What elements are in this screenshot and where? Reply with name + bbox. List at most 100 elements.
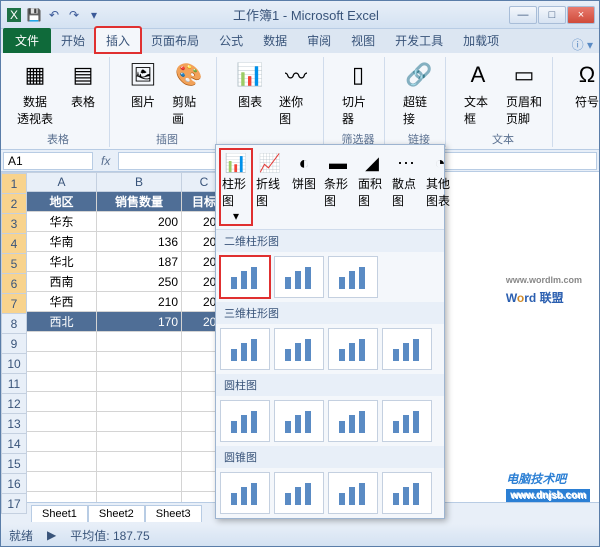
row-header-13[interactable]: 13 (1, 414, 27, 434)
tab-data[interactable]: 数据 (253, 28, 297, 53)
chart-option[interactable] (274, 328, 324, 370)
chart-type-pie[interactable]: ◐饼图 (288, 149, 320, 225)
chart-option[interactable] (274, 400, 324, 442)
row-header-4[interactable]: 4 (1, 234, 27, 254)
chart-option[interactable] (328, 400, 378, 442)
sheet-tab-2[interactable]: Sheet2 (88, 505, 145, 522)
sparkline-button[interactable]: 〰迷你图 (275, 57, 317, 129)
row-header-7[interactable]: 7 (1, 294, 27, 314)
tab-pagelayout[interactable]: 页面布局 (141, 28, 209, 53)
picture-button[interactable]: 🖼图片 (124, 57, 162, 129)
chart-option[interactable] (382, 472, 432, 514)
chart-option[interactable] (328, 256, 378, 298)
cell[interactable] (97, 392, 182, 412)
cell[interactable] (97, 452, 182, 472)
row-header-17[interactable]: 17 (1, 494, 27, 514)
row-header-12[interactable]: 12 (1, 394, 27, 414)
cell[interactable]: 华南 (27, 232, 97, 252)
cell[interactable] (97, 412, 182, 432)
cell[interactable]: 华东 (27, 212, 97, 232)
headerfooter-button[interactable]: ▭页眉和页脚 (502, 57, 546, 129)
chart-type-other[interactable]: ◔其他图表 (424, 149, 456, 225)
sheet-tab-3[interactable]: Sheet3 (145, 505, 202, 522)
cell[interactable]: 210 (97, 292, 182, 312)
excel-icon[interactable]: X (5, 6, 23, 24)
cell[interactable] (97, 492, 182, 502)
cell[interactable]: 西北 (27, 312, 97, 332)
chart-option[interactable] (382, 400, 432, 442)
row-header-14[interactable]: 14 (1, 434, 27, 454)
clipart-button[interactable]: 🎨剪贴画 (168, 57, 210, 129)
cell[interactable]: 187 (97, 252, 182, 272)
chart-option[interactable] (220, 256, 270, 298)
chart-option[interactable] (220, 472, 270, 514)
cell[interactable] (97, 352, 182, 372)
tab-formulas[interactable]: 公式 (209, 28, 253, 53)
pivottable-button[interactable]: ▦数据 透视表 (13, 57, 57, 129)
row-header-15[interactable]: 15 (1, 454, 27, 474)
tab-insert[interactable]: 插入 (95, 27, 141, 53)
cell[interactable] (27, 372, 97, 392)
textbox-button[interactable]: A文本框 (460, 57, 496, 129)
row-header-11[interactable]: 11 (1, 374, 27, 394)
row-header-3[interactable]: 3 (1, 214, 27, 234)
cell[interactable] (27, 352, 97, 372)
maximize-button[interactable]: □ (538, 6, 566, 24)
cell[interactable] (27, 332, 97, 352)
fx-icon[interactable]: fx (95, 154, 116, 168)
column-header-B[interactable]: B (97, 172, 182, 192)
cell[interactable] (27, 492, 97, 502)
chart-type-area[interactable]: ◢面积图 (356, 149, 388, 225)
minimize-button[interactable]: — (509, 6, 537, 24)
row-header-1[interactable]: 1 (1, 174, 27, 194)
cell[interactable] (97, 432, 182, 452)
chart-type-scatter[interactable]: ⋯散点图 (390, 149, 422, 225)
qat-dropdown-icon[interactable]: ▾ (85, 6, 103, 24)
chart-option[interactable] (274, 256, 324, 298)
tab-developer[interactable]: 开发工具 (385, 28, 453, 53)
tab-view[interactable]: 视图 (341, 28, 385, 53)
table-button[interactable]: ▤表格 (63, 57, 103, 129)
cell[interactable] (27, 392, 97, 412)
save-icon[interactable]: 💾 (25, 6, 43, 24)
status-macro-icon[interactable]: ▶ (47, 528, 56, 542)
row-header-5[interactable]: 5 (1, 254, 27, 274)
cell[interactable]: 华西 (27, 292, 97, 312)
cell[interactable] (27, 412, 97, 432)
slicer-button[interactable]: ▯切片器 (338, 57, 378, 129)
chart-option[interactable] (220, 400, 270, 442)
tab-home[interactable]: 开始 (51, 28, 95, 53)
hyperlink-button[interactable]: 🔗超链接 (399, 57, 439, 129)
cell[interactable]: 170 (97, 312, 182, 332)
chart-option[interactable] (328, 328, 378, 370)
file-tab[interactable]: 文件 (3, 28, 51, 53)
tab-review[interactable]: 审阅 (297, 28, 341, 53)
row-header-6[interactable]: 6 (1, 274, 27, 294)
chart-type-line[interactable]: 📈折线图 (254, 149, 286, 225)
chart-type-column[interactable]: 📊柱形图▾ (220, 149, 252, 225)
cell[interactable] (27, 432, 97, 452)
undo-icon[interactable]: ↶ (45, 6, 63, 24)
sheet-tab-1[interactable]: Sheet1 (31, 505, 88, 522)
cell[interactable]: 136 (97, 232, 182, 252)
column-header-A[interactable]: A (27, 172, 97, 192)
symbol-button[interactable]: Ω符号 (567, 57, 600, 112)
cell[interactable]: 地区 (27, 192, 97, 212)
row-header-2[interactable]: 2 (1, 194, 27, 214)
cell[interactable]: 销售数量 (97, 192, 182, 212)
close-button[interactable]: × (567, 6, 595, 24)
chart-button[interactable]: 📊图表 (231, 57, 269, 129)
tab-addins[interactable]: 加载项 (453, 28, 509, 53)
chart-type-bar[interactable]: ▬条形图 (322, 149, 354, 225)
chart-option[interactable] (274, 472, 324, 514)
row-header-8[interactable]: 8 (1, 314, 27, 334)
chart-option[interactable] (220, 328, 270, 370)
cell[interactable]: 西南 (27, 272, 97, 292)
cell[interactable] (97, 372, 182, 392)
cell[interactable] (27, 452, 97, 472)
cell[interactable]: 250 (97, 272, 182, 292)
cell[interactable]: 200 (97, 212, 182, 232)
cell[interactable]: 华北 (27, 252, 97, 272)
cell[interactable] (27, 472, 97, 492)
redo-icon[interactable]: ↷ (65, 6, 83, 24)
